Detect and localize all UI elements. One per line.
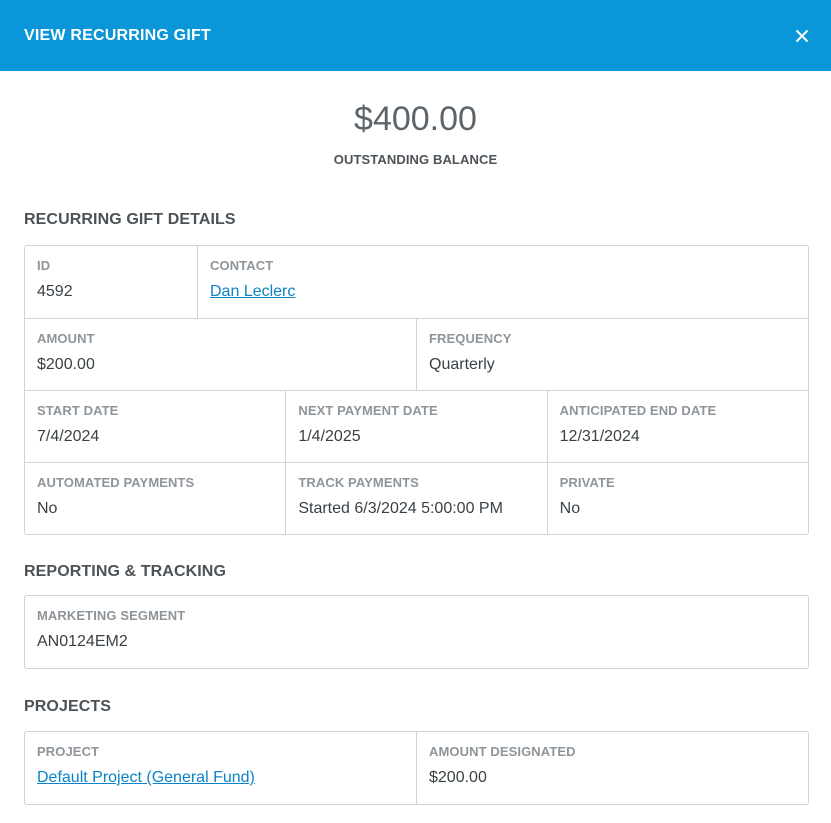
id-label: ID <box>37 258 51 273</box>
track-payments-value: Started 6/3/2024 5:00:00 PM <box>298 500 503 517</box>
private-label: PRIVATE <box>559 475 615 490</box>
start-date-value: 7/4/2024 <box>37 428 100 445</box>
next-payment-date-label: NEXT PAYMENT DATE <box>298 403 438 418</box>
close-icon <box>796 29 808 42</box>
amount-value: $200.00 <box>37 356 95 373</box>
project-cell: PROJECT Default Project (General Fund) <box>25 732 416 804</box>
amount-label: AMOUNT <box>37 331 95 346</box>
close-button[interactable] <box>791 25 813 47</box>
next-payment-date-cell: NEXT PAYMENT DATE 1/4/2025 <box>285 391 546 462</box>
frequency-label: FREQUENCY <box>429 331 512 346</box>
marketing-segment-label: MARKETING SEGMENT <box>37 608 186 623</box>
track-payments-label: TRACK PAYMENTS <box>298 475 419 490</box>
marketing-segment-value: AN0124EM2 <box>37 633 128 650</box>
anticipated-end-date-value: 12/31/2024 <box>559 428 640 445</box>
projects-grid: PROJECT Default Project (General Fund) A… <box>24 731 809 805</box>
frequency-cell: FREQUENCY Quarterly <box>416 319 808 390</box>
balance-amount: $400.00 <box>354 100 477 138</box>
modal-title: VIEW RECURRING GIFT <box>24 26 211 44</box>
details-row-1: ID 4592 CONTACT Dan Leclerc <box>25 246 808 318</box>
details-row-3: START DATE 7/4/2024 NEXT PAYMENT DATE 1/… <box>25 390 808 462</box>
project-label: PROJECT <box>37 744 100 759</box>
contact-link[interactable]: Dan Leclerc <box>210 283 295 300</box>
projects-section-title: PROJECTS <box>24 698 112 715</box>
amount-designated-value: $200.00 <box>429 769 487 786</box>
project-link[interactable]: Default Project (General Fund) <box>37 769 255 786</box>
details-section-title: RECURRING GIFT DETAILS <box>24 211 236 228</box>
reporting-grid: MARKETING SEGMENT AN0124EM2 <box>24 595 809 669</box>
amount-designated-cell: AMOUNT DESIGNATED $200.00 <box>416 732 808 804</box>
balance-summary: $400.00 OUTSTANDING BALANCE <box>0 71 831 167</box>
details-row-2: AMOUNT $200.00 FREQUENCY Quarterly <box>25 318 808 390</box>
details-row-4: AUTOMATED PAYMENTS No TRACK PAYMENTS Sta… <box>25 462 808 534</box>
id-cell: ID 4592 <box>25 246 197 318</box>
private-cell: PRIVATE No <box>546 463 808 534</box>
start-date-label: START DATE <box>37 403 119 418</box>
amount-cell: AMOUNT $200.00 <box>25 319 416 390</box>
details-grid: ID 4592 CONTACT Dan Leclerc AMOUNT $200.… <box>24 245 809 535</box>
private-value: No <box>559 500 581 517</box>
automated-payments-cell: AUTOMATED PAYMENTS No <box>25 463 285 534</box>
contact-cell: CONTACT Dan Leclerc <box>197 246 808 318</box>
anticipated-end-date-label: ANTICIPATED END DATE <box>559 403 717 418</box>
next-payment-date-value: 1/4/2025 <box>298 428 361 445</box>
contact-label: CONTACT <box>210 258 274 273</box>
marketing-segment-cell: MARKETING SEGMENT AN0124EM2 <box>25 596 808 668</box>
frequency-value: Quarterly <box>429 356 495 373</box>
automated-payments-label: AUTOMATED PAYMENTS <box>37 475 195 490</box>
start-date-cell: START DATE 7/4/2024 <box>25 391 285 462</box>
id-value: 4592 <box>37 283 73 300</box>
amount-designated-label: AMOUNT DESIGNATED <box>429 744 576 759</box>
reporting-row: MARKETING SEGMENT AN0124EM2 <box>25 596 808 668</box>
modal-header: VIEW RECURRING GIFT <box>0 0 831 71</box>
reporting-section-title: REPORTING & TRACKING <box>24 563 226 580</box>
track-payments-cell: TRACK PAYMENTS Started 6/3/2024 5:00:00 … <box>285 463 546 534</box>
anticipated-end-date-cell: ANTICIPATED END DATE 12/31/2024 <box>546 391 808 462</box>
projects-row: PROJECT Default Project (General Fund) A… <box>25 732 808 804</box>
balance-label: OUTSTANDING BALANCE <box>333 152 498 167</box>
automated-payments-value: No <box>37 500 58 517</box>
